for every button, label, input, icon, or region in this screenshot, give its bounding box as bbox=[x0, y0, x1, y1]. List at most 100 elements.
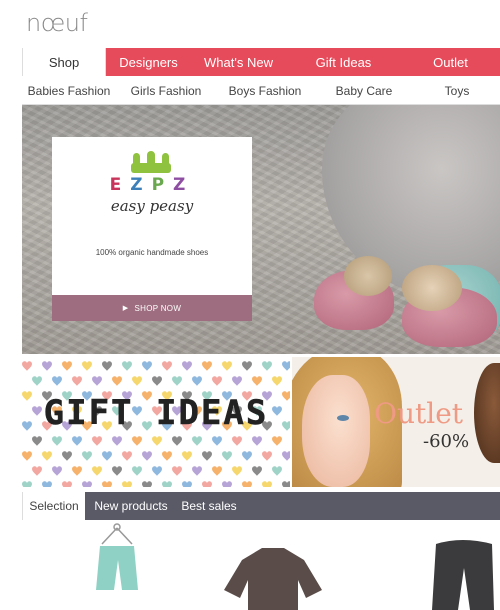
outlet-title: Outlet bbox=[374, 397, 464, 430]
heart-shape bbox=[32, 376, 42, 386]
heart-shape bbox=[72, 376, 82, 386]
brand-card[interactable]: EZPZ easy peasy 100% organic handmade sh… bbox=[52, 137, 252, 295]
heart-shape bbox=[202, 451, 212, 461]
heart-shape bbox=[102, 481, 112, 487]
heart-shape bbox=[32, 436, 42, 446]
heart-shape bbox=[282, 481, 290, 487]
heart-shape bbox=[22, 451, 32, 461]
subnav-item-boys-fashion[interactable]: Boys Fashion bbox=[216, 77, 314, 105]
heart-shape bbox=[152, 376, 162, 386]
outlet-photo-boy bbox=[474, 363, 500, 463]
shop-now-label: SHOP NOW bbox=[134, 303, 182, 313]
heart-shape bbox=[192, 466, 202, 476]
outlet-discount: -60% bbox=[423, 431, 470, 452]
heart-shape bbox=[62, 361, 72, 371]
product-image-shorts[interactable] bbox=[62, 520, 172, 610]
heart-shape bbox=[262, 481, 272, 487]
heart-shape bbox=[272, 466, 282, 476]
nav-item-gift-ideas[interactable]: Gift Ideas bbox=[286, 48, 401, 76]
heart-shape bbox=[182, 451, 192, 461]
heart-shape bbox=[42, 481, 52, 487]
brand-letter: P bbox=[151, 175, 174, 195]
heart-shape bbox=[232, 466, 242, 476]
play-arrow-icon: ▶ bbox=[122, 305, 129, 312]
heart-shape bbox=[172, 466, 182, 476]
heart-shape bbox=[72, 436, 82, 446]
heart-shape bbox=[112, 466, 122, 476]
heart-shape bbox=[232, 376, 242, 386]
heart-shape bbox=[42, 451, 52, 461]
heart-shape bbox=[252, 466, 262, 476]
heart-shape bbox=[112, 436, 122, 446]
nav-item-whats-new[interactable]: What's New bbox=[191, 48, 286, 76]
heart-shape bbox=[152, 436, 162, 446]
brand-wordmark: EZPZ bbox=[52, 175, 252, 195]
heart-shape bbox=[122, 361, 132, 371]
heart-shape bbox=[122, 451, 132, 461]
heart-shape bbox=[92, 466, 102, 476]
product-image-pants[interactable] bbox=[422, 520, 500, 610]
heart-shape bbox=[162, 451, 172, 461]
heart-shape bbox=[222, 361, 232, 371]
heart-shape bbox=[102, 361, 112, 371]
heart-shape bbox=[132, 436, 142, 446]
tab-best-sales[interactable]: Best sales bbox=[177, 492, 241, 520]
brand-letter: E bbox=[109, 175, 131, 195]
gift-ideas-banner[interactable]: GIFT IDEAS bbox=[22, 357, 290, 487]
heart-shape bbox=[52, 436, 62, 446]
subnav-item-baby-care[interactable]: Baby Care bbox=[314, 77, 414, 105]
heart-shape bbox=[162, 361, 172, 371]
heart-shape bbox=[112, 376, 122, 386]
heart-shape bbox=[242, 481, 252, 487]
product-image-sweater[interactable] bbox=[202, 520, 342, 610]
nav-item-shop[interactable]: Shop bbox=[22, 48, 106, 76]
heart-shape bbox=[62, 451, 72, 461]
ezpz-crown-logo bbox=[131, 151, 171, 173]
heart-shape bbox=[282, 451, 290, 461]
heart-shape bbox=[82, 481, 92, 487]
logo-text: nœuf bbox=[26, 9, 88, 37]
heart-shape bbox=[52, 466, 62, 476]
heart-shape bbox=[102, 451, 112, 461]
heart-shape bbox=[42, 361, 52, 371]
heart-shape bbox=[182, 361, 192, 371]
gift-ideas-title: GIFT IDEAS bbox=[43, 393, 269, 434]
tab-new-products[interactable]: New products bbox=[85, 492, 177, 520]
outlet-banner[interactable]: Outlet -60% bbox=[292, 357, 500, 487]
heart-shape bbox=[192, 376, 202, 386]
heart-shape bbox=[252, 376, 262, 386]
heart-shape bbox=[182, 481, 192, 487]
nav-item-outlet[interactable]: Outlet bbox=[401, 48, 500, 76]
heart-shape bbox=[212, 436, 222, 446]
subnav-item-babies-fashion[interactable]: Babies Fashion bbox=[22, 77, 116, 105]
heart-shape bbox=[222, 451, 232, 461]
heart-shape bbox=[82, 361, 92, 371]
sub-nav: Babies Fashion Girls Fashion Boys Fashio… bbox=[22, 77, 500, 105]
brand-tagline: 100% organic handmade shoes bbox=[95, 248, 209, 257]
heart-shape bbox=[92, 436, 102, 446]
shop-now-button[interactable]: ▶ SHOP NOW bbox=[52, 295, 252, 321]
outlet-photo-eye bbox=[337, 415, 349, 421]
heart-shape bbox=[202, 361, 212, 371]
heart-shape bbox=[212, 466, 222, 476]
heart-shape bbox=[32, 466, 42, 476]
heart-shape bbox=[52, 376, 62, 386]
heart-shape bbox=[172, 376, 182, 386]
heart-shape bbox=[222, 481, 232, 487]
heart-shape bbox=[62, 481, 72, 487]
site-logo[interactable]: nœuf bbox=[26, 9, 106, 39]
brand-letter: Z bbox=[130, 175, 152, 195]
product-grid bbox=[22, 520, 500, 610]
subnav-item-toys[interactable]: Toys bbox=[414, 77, 500, 105]
heart-shape bbox=[262, 361, 272, 371]
hero-photo-shoe bbox=[314, 256, 394, 330]
tab-selection[interactable]: Selection bbox=[22, 492, 85, 520]
heart-shape bbox=[212, 376, 222, 386]
outlet-photo-face bbox=[302, 375, 370, 487]
heart-shape bbox=[262, 451, 272, 461]
nav-item-designers[interactable]: Designers bbox=[106, 48, 191, 76]
heart-shape bbox=[142, 361, 152, 371]
heart-shape bbox=[252, 436, 262, 446]
subnav-item-girls-fashion[interactable]: Girls Fashion bbox=[116, 77, 216, 105]
hero-photo-shoe bbox=[402, 265, 497, 347]
